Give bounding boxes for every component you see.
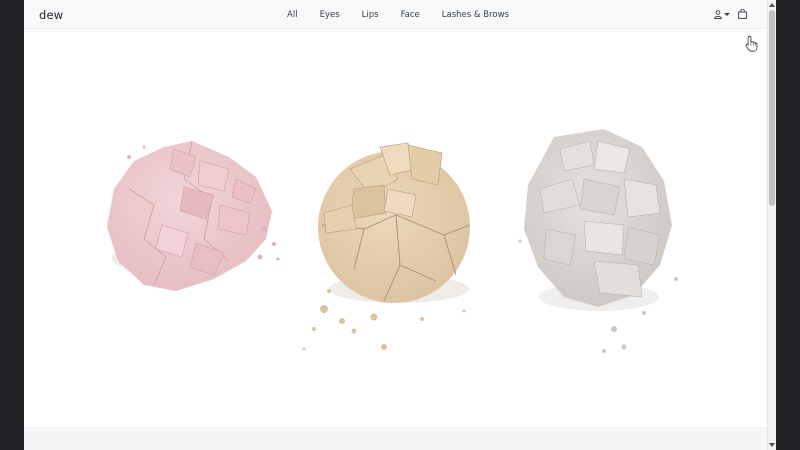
hero-banner [24,29,767,427]
hero-image-crushed-powders [107,129,678,353]
person-icon [714,9,722,19]
pink-powder [107,140,280,291]
vertical-scrollbar[interactable] [767,0,776,450]
scroll-down-arrow-icon[interactable] [769,443,775,447]
user-menu-dropdown[interactable] [714,9,730,19]
top-navbar: dew All Eyes Lips Face Lashes & Brows [24,0,767,29]
scrollbar-thumb[interactable] [769,10,775,206]
nav-link-face[interactable]: Face [401,10,420,20]
beige-powder [302,142,471,351]
category-nav: All Eyes Lips Face Lashes & Brows [24,0,767,29]
footer-strip [24,427,767,450]
grey-powder [518,129,678,353]
nav-link-lips[interactable]: Lips [362,10,379,20]
pointer-hand-icon [745,35,758,52]
chevron-down-icon [724,12,730,16]
browser-viewport: dew All Eyes Lips Face Lashes & Brows [24,0,767,450]
nav-link-eyes[interactable]: Eyes [320,10,340,20]
shopping-bag-icon[interactable] [738,9,747,19]
nav-link-lashes-brows[interactable]: Lashes & Brows [442,10,509,20]
scroll-up-arrow-icon[interactable] [769,3,775,7]
nav-link-all[interactable]: All [287,10,298,20]
